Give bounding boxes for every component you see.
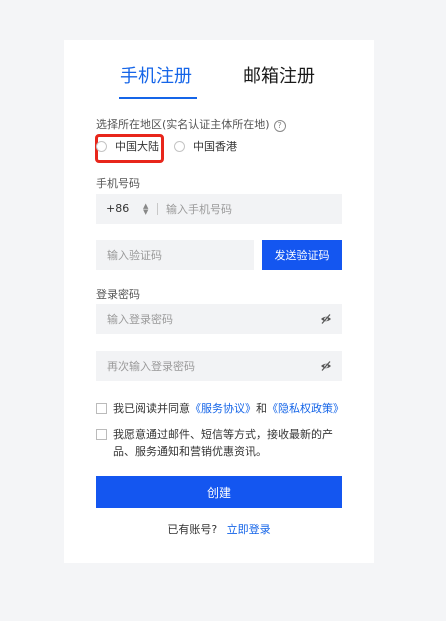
verify-code-field: [96, 240, 254, 270]
tab-email-register[interactable]: 邮箱注册: [243, 65, 315, 89]
marketing-checkbox[interactable]: [96, 429, 107, 440]
marketing-text: 我愿意通过邮件、短信等方式，接收最新的产品、服务通知和营销优惠资讯。: [113, 428, 333, 458]
up-down-chevron-icon[interactable]: ▲ ▼: [143, 203, 148, 216]
password-input[interactable]: [107, 304, 307, 334]
radio-hong-kong[interactable]: 中国香港: [174, 138, 237, 154]
radio-label: 中国大陆: [115, 140, 159, 153]
radio-mainland-china[interactable]: 中国大陆: [96, 138, 159, 154]
active-tab-indicator: [119, 97, 197, 99]
agreement-and: 和: [256, 402, 267, 415]
login-prompt: 已有账号? 立即登录: [64, 521, 374, 537]
phone-input[interactable]: [166, 194, 334, 224]
verify-code-input[interactable]: [107, 240, 247, 270]
register-tabs: 手机注册 邮箱注册: [64, 65, 374, 101]
agreement-text: 我已阅读并同意《服务协议》和《隐私权政策》: [113, 400, 348, 417]
password-label: 登录密码: [96, 288, 140, 301]
radio-circle-icon: [96, 140, 107, 152]
radio-label: 中国香港: [193, 140, 237, 153]
register-card: 手机注册 邮箱注册 选择所在地区(实名认证主体所在地)? 中国大陆 中国香港 手…: [64, 40, 374, 563]
field-divider: [157, 203, 158, 215]
send-code-button[interactable]: 发送验证码: [262, 240, 342, 270]
confirm-password-field: [96, 351, 342, 381]
privacy-policy-link[interactable]: 《隐私权政策》: [267, 402, 344, 415]
agreement-prefix: 我已阅读并同意: [113, 402, 190, 415]
password-field: [96, 304, 342, 334]
tab-phone-register[interactable]: 手机注册: [120, 65, 192, 89]
service-agreement-link[interactable]: 《服务协议》: [190, 402, 256, 415]
login-prompt-text: 已有账号?: [167, 523, 218, 536]
country-code-select[interactable]: +86: [106, 194, 129, 224]
agreement-checkbox[interactable]: [96, 403, 107, 414]
region-label-text: 选择所在地区(实名认证主体所在地): [96, 118, 270, 131]
confirm-password-input[interactable]: [107, 351, 307, 381]
eye-hidden-icon[interactable]: [320, 313, 332, 325]
create-button[interactable]: 创建: [96, 476, 342, 508]
region-label: 选择所在地区(实名认证主体所在地)?: [96, 116, 286, 132]
eye-hidden-icon[interactable]: [320, 360, 332, 372]
radio-circle-icon: [174, 140, 185, 152]
phone-field: +86 ▲ ▼: [96, 194, 342, 224]
login-link[interactable]: 立即登录: [227, 523, 271, 536]
phone-label: 手机号码: [96, 177, 140, 190]
help-icon[interactable]: ?: [273, 120, 286, 132]
